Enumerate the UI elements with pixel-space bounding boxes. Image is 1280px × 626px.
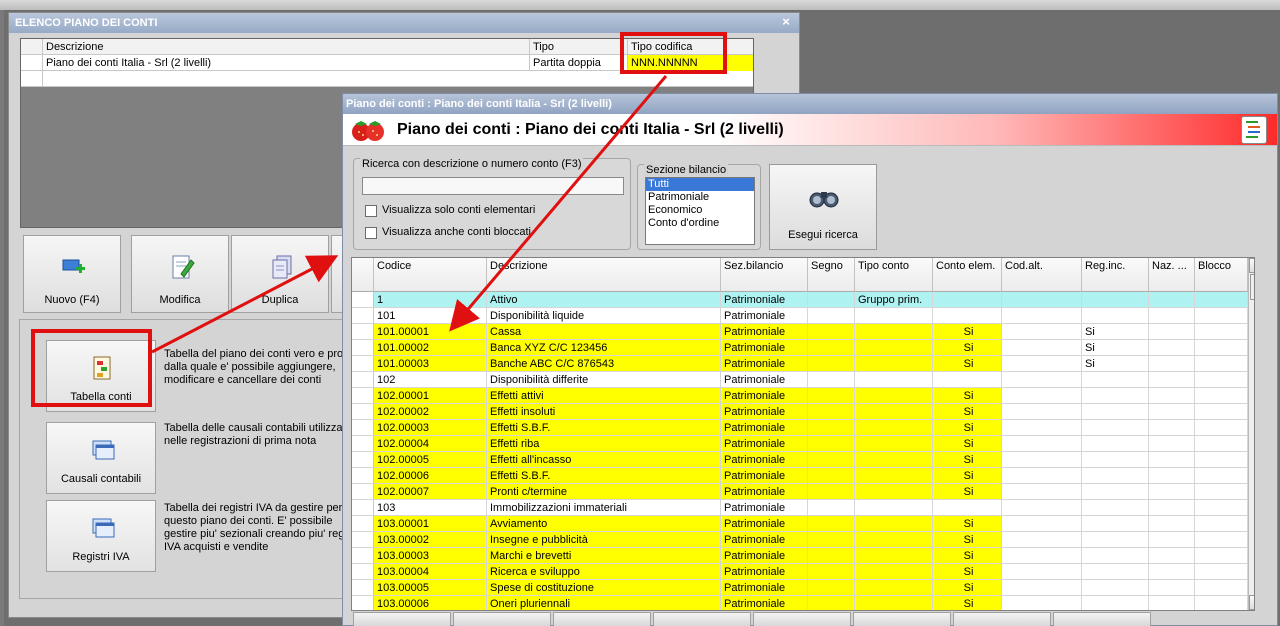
arrow-codifica-to-grid — [449, 75, 668, 332]
arrow-tabella-to-window — [151, 255, 339, 354]
annotation-arrows — [151, 75, 668, 354]
